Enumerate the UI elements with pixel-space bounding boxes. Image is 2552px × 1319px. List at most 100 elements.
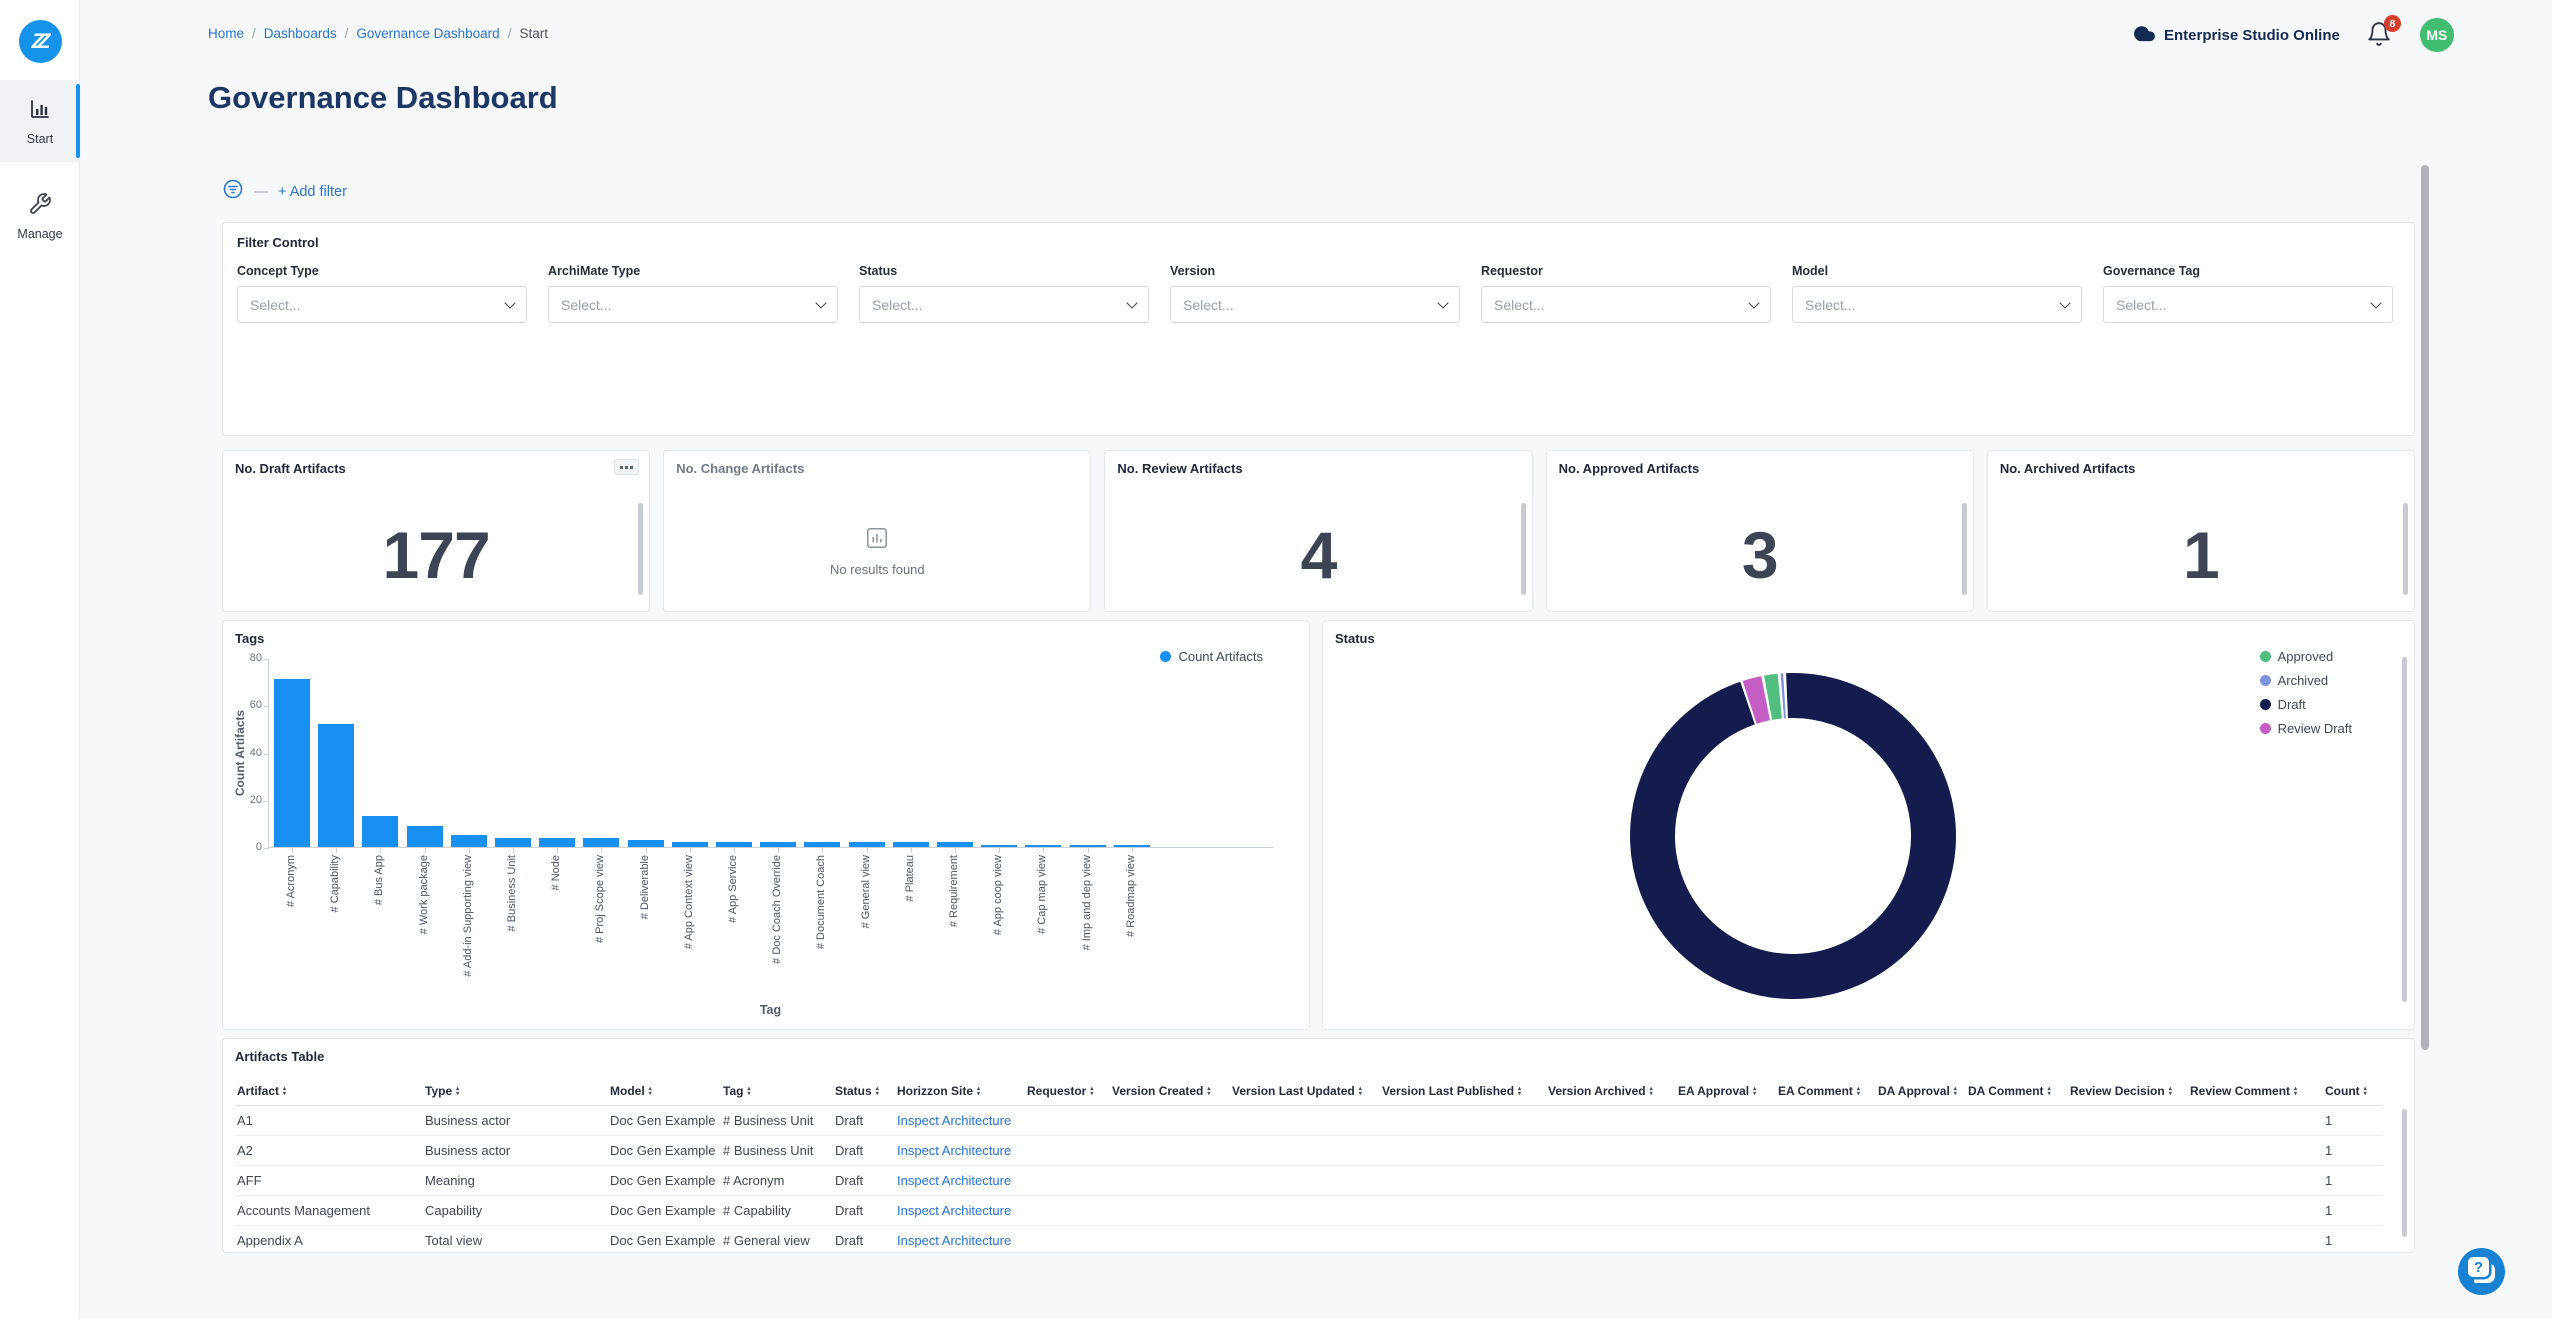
legend-item-draft[interactable]: Draft bbox=[2260, 697, 2352, 712]
y-tick-label: 0 bbox=[236, 841, 262, 853]
inspect-architecture-link[interactable]: Inspect Architecture bbox=[897, 1143, 1011, 1158]
table-cell-empty bbox=[1230, 1166, 1380, 1196]
column-header-da-comment[interactable]: DA Comment▴▾ bbox=[1966, 1078, 2068, 1106]
card-scrollbar[interactable] bbox=[2402, 657, 2407, 1002]
legend-item-review-draft[interactable]: Review Draft bbox=[2260, 721, 2352, 736]
column-header-count[interactable]: Count▴▾ bbox=[2323, 1078, 2383, 1106]
filter-select-requestor[interactable]: Select... bbox=[1481, 286, 1771, 323]
bar-app-context-view[interactable] bbox=[672, 842, 708, 847]
bar-deliverable[interactable] bbox=[628, 840, 664, 847]
bar-general-view[interactable] bbox=[849, 842, 885, 847]
bar-app-coop-view[interactable] bbox=[981, 845, 1017, 847]
filter-divider bbox=[254, 191, 268, 193]
inspect-architecture-link[interactable]: Inspect Architecture bbox=[897, 1173, 1011, 1188]
table-cell-empty bbox=[1546, 1226, 1676, 1254]
column-header-ea-approval[interactable]: EA Approval▴▾ bbox=[1676, 1078, 1776, 1106]
filter-select-version[interactable]: Select... bbox=[1170, 286, 1460, 323]
column-header-horizzon-site[interactable]: Horizzon Site▴▾ bbox=[895, 1078, 1025, 1106]
breadcrumb-item-governance-dashboard[interactable]: Governance Dashboard bbox=[356, 26, 499, 41]
table-cell-empty bbox=[1546, 1166, 1676, 1196]
bar-plateau[interactable] bbox=[893, 842, 929, 847]
stat-card-no-review-artifacts: No. Review Artifacts4 bbox=[1104, 450, 1532, 612]
card-scrollbar[interactable] bbox=[1962, 503, 1967, 595]
legend-item-archived[interactable]: Archived bbox=[2260, 673, 2352, 688]
column-header-da-approval[interactable]: DA Approval▴▾ bbox=[1876, 1078, 1966, 1106]
bar-acronym[interactable] bbox=[274, 679, 310, 847]
filter-label: ArchiMate Type bbox=[548, 264, 838, 278]
bar-work-package[interactable] bbox=[407, 826, 443, 847]
filter-select-model[interactable]: Select... bbox=[1792, 286, 2082, 323]
bar-capability[interactable] bbox=[318, 724, 354, 847]
sort-icon: ▴▾ bbox=[977, 1087, 980, 1097]
notifications-button[interactable]: 8 bbox=[2366, 21, 2394, 49]
inspect-architecture-link[interactable]: Inspect Architecture bbox=[897, 1203, 1011, 1218]
inspect-architecture-link[interactable]: Inspect Architecture bbox=[897, 1233, 1011, 1248]
column-header-artifact[interactable]: Artifact▴▾ bbox=[235, 1078, 423, 1106]
avatar[interactable]: MS bbox=[2420, 18, 2454, 52]
add-filter-button[interactable]: + Add filter bbox=[278, 184, 347, 200]
donut-segment-draft[interactable] bbox=[1647, 690, 1940, 983]
bar-bus-app[interactable] bbox=[362, 816, 398, 847]
stat-card-title: No. Archived Artifacts bbox=[2000, 461, 2402, 476]
page-scrollbar[interactable] bbox=[2421, 160, 2429, 1319]
column-header-version-created[interactable]: Version Created▴▾ bbox=[1110, 1078, 1230, 1106]
card-scrollbar[interactable] bbox=[2402, 1109, 2407, 1237]
x-tick-mark bbox=[469, 848, 470, 853]
stat-card-no-draft-artifacts: No. Draft Artifacts177 bbox=[222, 450, 650, 612]
sidebar-item-start[interactable]: Start bbox=[0, 80, 80, 162]
app-logo-icon[interactable]: ZZ bbox=[19, 20, 62, 63]
breadcrumb-item-home[interactable]: Home bbox=[208, 26, 244, 41]
column-header-type[interactable]: Type▴▾ bbox=[423, 1078, 608, 1106]
table-cell-empty bbox=[1676, 1166, 1776, 1196]
sort-icon: ▴▾ bbox=[1359, 1087, 1362, 1097]
bar-business-unit[interactable] bbox=[495, 838, 531, 847]
bar-node[interactable] bbox=[539, 838, 575, 847]
column-header-requestor[interactable]: Requestor▴▾ bbox=[1025, 1078, 1110, 1106]
help-chat-button[interactable]: ? bbox=[2458, 1248, 2505, 1295]
filter-select-concept-type[interactable]: Select... bbox=[237, 286, 527, 323]
bar-app-service[interactable] bbox=[716, 842, 752, 847]
bell-icon bbox=[2366, 34, 2392, 51]
column-header-version-last-published[interactable]: Version Last Published▴▾ bbox=[1380, 1078, 1546, 1106]
card-scrollbar[interactable] bbox=[2403, 503, 2408, 595]
inspect-architecture-link[interactable]: Inspect Architecture bbox=[897, 1113, 1011, 1128]
scrollbar-thumb[interactable] bbox=[2421, 165, 2429, 1050]
filter-select-archimate-type[interactable]: Select... bbox=[548, 286, 838, 323]
filter-concept-type: Concept TypeSelect... bbox=[237, 264, 527, 323]
column-header-model[interactable]: Model▴▾ bbox=[608, 1078, 721, 1106]
filter-panel-title: Filter Control bbox=[237, 235, 2400, 250]
column-header-review-comment[interactable]: Review Comment▴▾ bbox=[2188, 1078, 2323, 1106]
sidebar-item-manage[interactable]: Manage bbox=[0, 175, 80, 257]
column-header-ea-comment[interactable]: EA Comment▴▾ bbox=[1776, 1078, 1876, 1106]
x-category-label: # Roadmap view bbox=[1124, 855, 1138, 937]
filter-icon[interactable] bbox=[222, 178, 244, 205]
bar-roadmap-view[interactable] bbox=[1114, 845, 1150, 847]
column-header-review-decision[interactable]: Review Decision▴▾ bbox=[2068, 1078, 2188, 1106]
column-header-status[interactable]: Status▴▾ bbox=[833, 1078, 895, 1106]
bar-requirement[interactable] bbox=[937, 842, 973, 847]
bar-proj-scope-view[interactable] bbox=[583, 838, 619, 847]
filter-select-governance-tag[interactable]: Select... bbox=[2103, 286, 2393, 323]
column-header-tag[interactable]: Tag▴▾ bbox=[721, 1078, 833, 1106]
bar-document-coach[interactable] bbox=[804, 842, 840, 847]
table-cell: Draft bbox=[833, 1226, 895, 1254]
column-header-version-last-updated[interactable]: Version Last Updated▴▾ bbox=[1230, 1078, 1380, 1106]
filter-select-status[interactable]: Select... bbox=[859, 286, 1149, 323]
bar-cap-map-view[interactable] bbox=[1025, 845, 1061, 847]
status-donut-chart[interactable] bbox=[1623, 666, 1963, 1006]
bar-add-in-supporting-view[interactable] bbox=[451, 835, 487, 847]
card-menu-button[interactable] bbox=[614, 459, 639, 475]
column-header-version-archived[interactable]: Version Archived▴▾ bbox=[1546, 1078, 1676, 1106]
column-header-label: Version Archived bbox=[1548, 1084, 1646, 1098]
card-scrollbar[interactable] bbox=[1521, 503, 1526, 595]
bar-imp-and-dep-view[interactable] bbox=[1070, 845, 1106, 847]
breadcrumb-item-dashboards[interactable]: Dashboards bbox=[264, 26, 337, 41]
x-category-label: # Work package bbox=[417, 855, 431, 934]
legend-item-approved[interactable]: Approved bbox=[2260, 649, 2352, 664]
cloud-icon bbox=[2130, 23, 2156, 47]
x-category-label: # Capability bbox=[328, 855, 342, 912]
table-cell: Inspect Architecture bbox=[895, 1226, 1025, 1254]
card-scrollbar[interactable] bbox=[638, 503, 643, 595]
bar-doc-coach-override[interactable] bbox=[760, 842, 796, 847]
table-cell-empty bbox=[1025, 1226, 1110, 1254]
